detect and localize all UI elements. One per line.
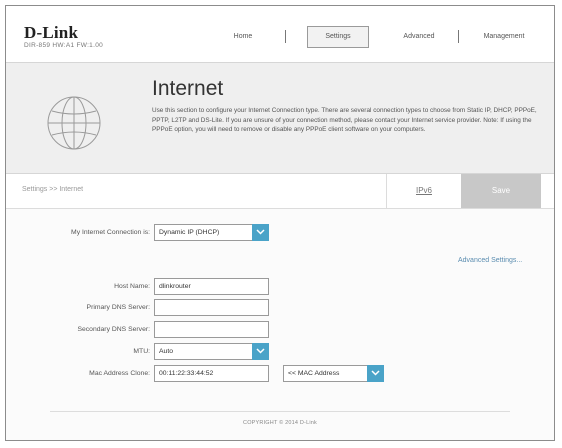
host-name-label: Host Name: — [114, 283, 150, 290]
connection-type-value: Dynamic IP (DHCP) — [159, 229, 220, 236]
save-button[interactable]: Save — [461, 174, 541, 208]
primary-dns-input[interactable] — [154, 299, 269, 316]
model-info: DIR-859 HW:A1 FW:1.00 — [24, 42, 104, 49]
footer-divider — [50, 411, 510, 412]
chevron-down-icon[interactable] — [252, 224, 269, 241]
connection-type-select[interactable]: Dynamic IP (DHCP) — [154, 224, 269, 241]
breadcrumb: Settings >> Internet — [22, 186, 84, 193]
nav-settings[interactable]: Settings — [307, 26, 369, 48]
secondary-dns-input[interactable] — [154, 321, 269, 338]
mac-clone-input[interactable]: 00:11:22:33:44:52 — [154, 365, 269, 382]
mtu-value: Auto — [159, 348, 173, 355]
primary-dns-label: Primary DNS Server: — [86, 304, 150, 311]
globe-icon — [47, 96, 101, 150]
page-description: Use this section to configure your Inter… — [152, 107, 537, 133]
copyright-text: COPYRIGHT © 2014 D-Link — [243, 420, 317, 426]
mac-address-select[interactable]: << MAC Address — [283, 365, 384, 382]
breadcrumb-bar: Settings >> Internet IPv6 Save — [6, 174, 554, 209]
mac-address-select-value: << MAC Address — [288, 370, 340, 377]
page-banner: Internet Use this section to configure y… — [6, 62, 554, 174]
tab-ipv6[interactable]: IPv6 — [386, 174, 461, 208]
nav-home[interactable]: Home — [222, 26, 264, 48]
host-name-input[interactable]: dlinkrouter — [154, 278, 269, 295]
top-header: D-Link DIR-859 HW:A1 FW:1.00 Home Settin… — [6, 6, 554, 62]
nav-management[interactable]: Management — [471, 26, 537, 48]
connection-type-label: My Internet Connection is: — [71, 229, 150, 236]
mtu-label: MTU: — [133, 348, 150, 355]
nav-separator — [458, 30, 459, 43]
dlink-logo: D-Link — [24, 23, 79, 42]
mtu-select[interactable]: Auto — [154, 343, 269, 360]
secondary-dns-label: Secondary DNS Server: — [77, 326, 150, 333]
page-title: Internet — [152, 77, 224, 100]
advanced-settings-link[interactable]: Advanced Settings... — [458, 257, 522, 264]
nav-advanced[interactable]: Advanced — [394, 26, 444, 48]
chevron-down-icon[interactable] — [252, 343, 269, 360]
chevron-down-icon[interactable] — [367, 365, 384, 382]
nav-separator — [285, 30, 286, 43]
mac-clone-label: Mac Address Clone: — [89, 370, 150, 377]
router-admin-page: D-Link DIR-859 HW:A1 FW:1.00 Home Settin… — [5, 5, 555, 441]
